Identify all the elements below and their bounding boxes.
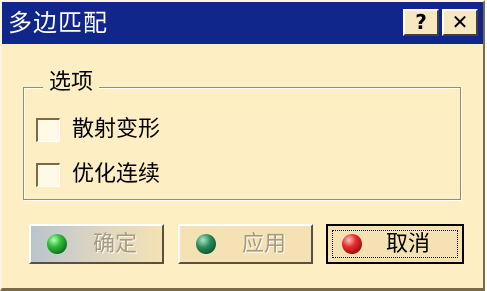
optimize-continuity-checkbox[interactable]: [36, 163, 60, 187]
dialog-title: 多边匹配: [8, 9, 108, 37]
ok-button-label: 确定: [93, 232, 138, 257]
apply-button[interactable]: 应用: [178, 224, 313, 264]
optimize-continuity-label: 优化连续: [72, 162, 161, 187]
ok-button[interactable]: 确定: [29, 224, 164, 264]
red-ball-icon: [342, 234, 362, 254]
close-button[interactable]: ✕: [442, 9, 478, 36]
green-ball-icon: [196, 234, 216, 254]
multi-section-match-dialog: 多边匹配 ? ✕ 选项 散射变形 优化连续 确定 应用 取消: [0, 0, 485, 291]
options-group-label: 选项: [43, 69, 100, 97]
help-button[interactable]: ?: [403, 9, 439, 36]
scatter-deformation-label: 散射变形: [72, 117, 161, 142]
cancel-button[interactable]: 取消: [326, 224, 464, 264]
close-icon: ✕: [451, 10, 469, 34]
cancel-button-label: 取消: [386, 232, 431, 257]
apply-button-label: 应用: [242, 232, 287, 257]
scatter-deformation-checkbox[interactable]: [36, 118, 60, 142]
green-ball-icon: [47, 234, 67, 254]
question-mark-icon: ?: [415, 10, 427, 34]
title-bar[interactable]: 多边匹配 ? ✕: [2, 2, 483, 44]
